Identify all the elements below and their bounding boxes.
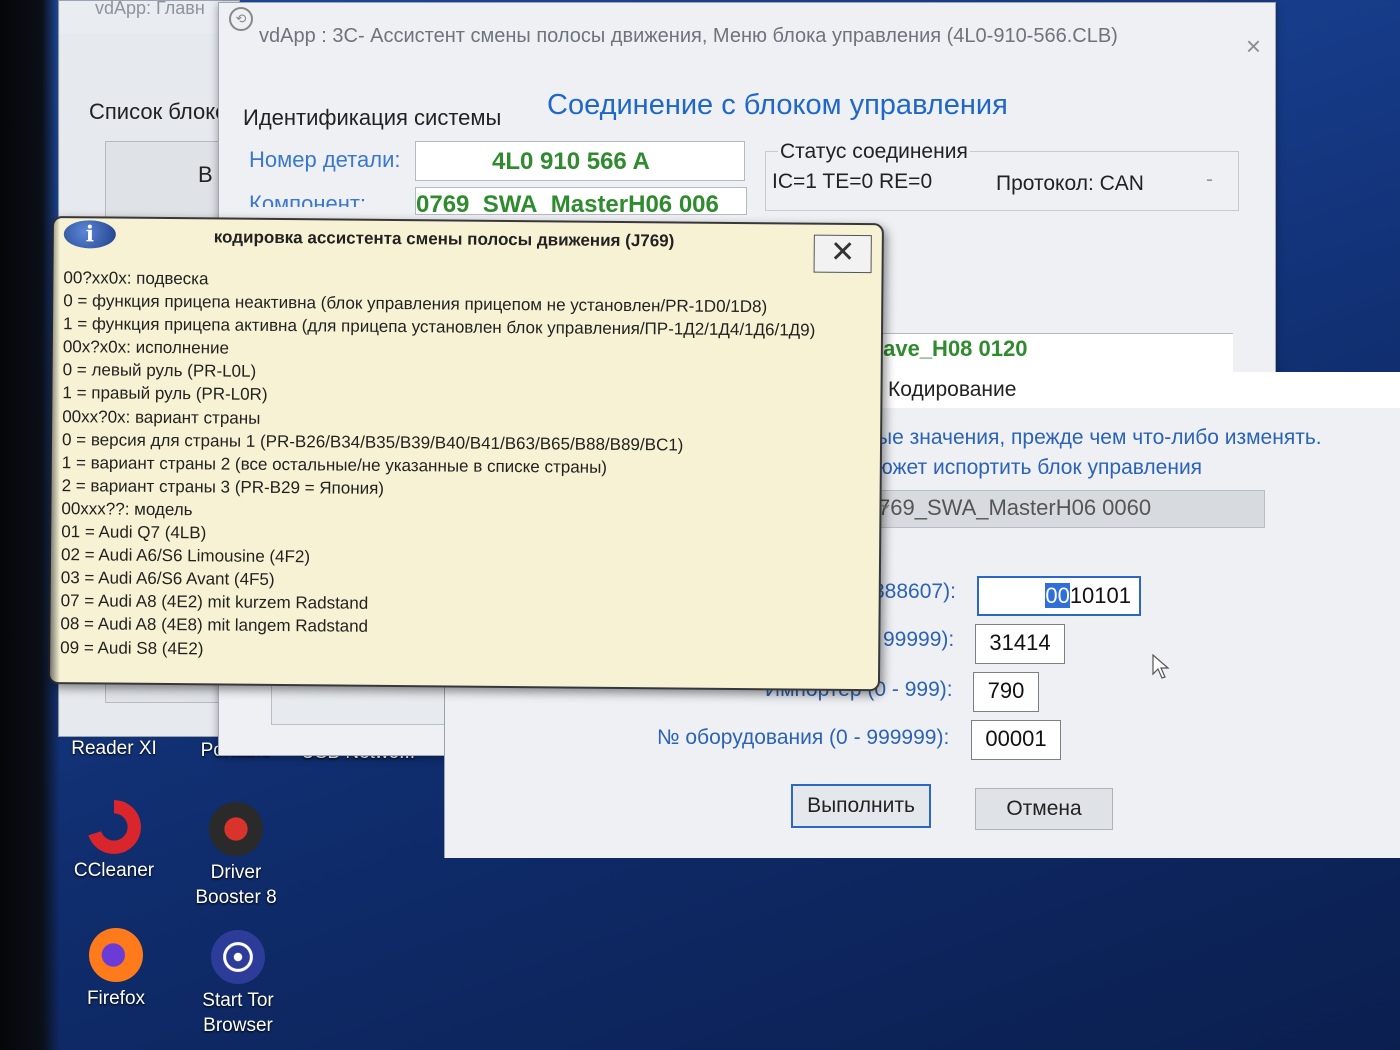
component-field: 0769_SWA_MasterH06 006	[415, 187, 747, 215]
control-unit-list-label: Список блоко	[89, 99, 228, 124]
connection-status-group: Статус соединения IC=1 TE=0 RE=0 Протоко…	[765, 140, 1239, 211]
panel-text: В	[198, 162, 213, 187]
protocol-label: Протокол: CAN	[996, 172, 1144, 195]
part-number-field: 4L0 910 566 A	[415, 141, 745, 181]
system-identification-title: Идентификация системы	[243, 105, 502, 130]
warning-text-1: ые значения, прежде чем что-либо изменят…	[877, 426, 1322, 449]
protocol-dropdown-arrow[interactable]: -	[1206, 168, 1213, 192]
coding-input[interactable]: 0010101	[977, 576, 1141, 616]
coding-input-rest: 10101	[1069, 583, 1131, 608]
background-window-title: vdApp: Главн	[59, 0, 239, 33]
window-titlebar: ⟲ vdApp : 3С- Ассистент смены полосы дви…	[219, 3, 1275, 63]
coding-window-title: я, Кодирование	[865, 378, 1017, 401]
execute-button[interactable]: Выполнить	[791, 784, 931, 828]
desktop-icon-firefox[interactable]: Firefox	[56, 928, 176, 1011]
driver-booster-icon	[209, 802, 263, 856]
chevron-down-icon: ⌄	[878, 493, 894, 513]
popup-title: кодировка ассистента смены полосы движен…	[213, 227, 675, 251]
slave-component-field: lave_H08 0120	[859, 333, 1233, 374]
workshop-code-input[interactable]: 31414	[975, 624, 1065, 664]
ccleaner-icon	[87, 800, 141, 854]
desktop-icon-reader[interactable]: Reader XI	[54, 736, 174, 761]
component-label: Компонент:	[249, 191, 367, 207]
window-title: vdApp : 3С- Ассистент смены полосы движе…	[259, 25, 1118, 47]
desktop-icon-label: CCleaner	[73, 860, 155, 881]
info-icon: i	[63, 220, 116, 249]
connection-title: Соединение с блоком управления	[547, 89, 1008, 121]
desktop-icon-label: Firefox	[86, 988, 146, 1009]
warning-text-2: южет испортить блок управления	[877, 456, 1203, 479]
equipment-number-label: № оборудования (0 - 999999):	[657, 726, 950, 749]
tor-browser-icon	[211, 930, 265, 984]
close-popup-button[interactable]: ✕	[813, 234, 872, 274]
importer-input[interactable]: 790	[973, 672, 1039, 712]
desktop-icon-label: Start Tor Browser	[202, 990, 274, 1036]
desktop-icon-driver-booster[interactable]: Driver Booster 8	[176, 802, 296, 910]
connection-status-values: IC=1 TE=0 RE=0	[772, 170, 933, 193]
slave-component-value: lave_H08 0120	[877, 336, 1028, 361]
equipment-number-input[interactable]: 00001	[971, 720, 1061, 760]
vdapp-logo-icon: ⟲	[229, 7, 253, 31]
close-window-button[interactable]: ×	[1246, 31, 1261, 62]
desktop-icon-label: Reader XI	[71, 738, 157, 759]
part-number-label: Номер детали:	[249, 147, 401, 172]
desktop-icon-ccleaner[interactable]: CCleaner	[54, 800, 174, 883]
coding-info-popup[interactable]: i кодировка ассистента смены полосы движ…	[47, 216, 884, 692]
coding-description-list: 00?xx0x: подвеска 0 = функция прицепа не…	[60, 266, 816, 665]
workshop-code-label: 99999):	[883, 628, 955, 651]
desktop-icon-tor-browser[interactable]: Start Tor Browser	[178, 930, 298, 1038]
screen-bezel	[0, 0, 60, 1050]
cancel-button[interactable]: Отмена	[975, 788, 1113, 830]
connection-status-title: Статус соединения	[778, 140, 970, 164]
coding-input-selection: 00	[1045, 583, 1070, 608]
mouse-cursor-icon	[1152, 654, 1170, 679]
coding-label: 388607):	[873, 580, 956, 603]
firefox-icon	[89, 928, 143, 982]
desktop-icon-label: Driver Booster 8	[195, 862, 277, 908]
component-combo[interactable]: 769_SWA_MasterH06 0060 ⌄	[873, 490, 1265, 528]
